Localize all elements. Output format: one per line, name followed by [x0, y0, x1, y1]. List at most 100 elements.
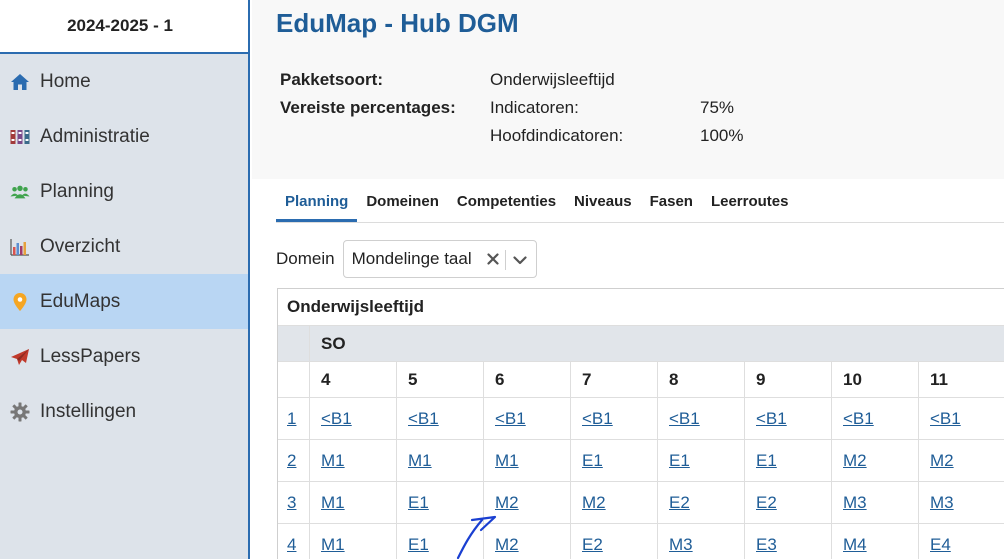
binders-icon [10, 127, 30, 147]
column-header: 6 [484, 362, 571, 397]
indicatoren-value: 75% [700, 98, 735, 117]
planning-table: Onderwijsleeftijd SO 4 5 6 7 8 9 10 11 1… [277, 288, 1004, 559]
level-link[interactable]: M1 [408, 451, 432, 471]
column-header: 7 [571, 362, 658, 397]
level-link[interactable]: E1 [408, 535, 429, 555]
level-link[interactable]: M1 [321, 493, 345, 513]
corner-cell [278, 326, 310, 361]
sidebar-item-label: Planning [40, 180, 114, 202]
tab-planning[interactable]: Planning [276, 193, 358, 222]
table-title: Onderwijsleeftijd [278, 289, 1004, 325]
vereiste-percentages-label: Vereiste percentages: [280, 98, 456, 117]
level-link[interactable]: E1 [669, 451, 690, 471]
chevron-down-icon[interactable] [510, 250, 530, 270]
level-link[interactable]: E1 [582, 451, 603, 471]
sidebar-item-home[interactable]: Home [0, 54, 248, 109]
group-header-row: SO [278, 325, 1004, 361]
sidebar-item-label: Instellingen [40, 400, 137, 422]
column-header: 4 [310, 362, 397, 397]
row-index-link[interactable]: 3 [287, 493, 296, 513]
level-link[interactable]: M4 [843, 535, 867, 555]
level-link[interactable]: M3 [930, 493, 954, 513]
column-header: 11 [919, 362, 1004, 397]
column-header: 5 [397, 362, 484, 397]
sidebar-item-label: Home [40, 70, 91, 92]
level-link[interactable]: <B1 [843, 409, 874, 429]
clear-icon[interactable] [485, 249, 501, 269]
indicatoren-label: Indicatoren: [490, 98, 579, 117]
sidebar-item-administratie[interactable]: Administratie [0, 109, 248, 164]
level-link[interactable]: E2 [582, 535, 603, 555]
level-link[interactable]: E3 [756, 535, 777, 555]
table-row: 4 M1 E1 M2 E2 M3 E3 M4 E4 [278, 523, 1004, 559]
table-row: 1 <B1 <B1 <B1 <B1 <B1 <B1 <B1 <B1 [278, 397, 1004, 439]
level-link[interactable]: <B1 [669, 409, 700, 429]
annotation-arrow-icon [456, 515, 497, 559]
level-link[interactable]: M3 [843, 493, 867, 513]
domain-label: Domein [276, 249, 335, 268]
page-header: EduMap - Hub DGM Pakketsoort: Onderwijsl… [252, 0, 1004, 179]
bar-chart-icon [10, 237, 30, 257]
select-separator [504, 250, 506, 270]
sidebar-item-label: Administratie [40, 125, 150, 147]
domain-filter: Domein Mondelinge taal [276, 240, 537, 278]
level-link[interactable]: M1 [321, 451, 345, 471]
domain-select[interactable]: Mondelinge taal [342, 240, 537, 278]
level-link[interactable]: <B1 [930, 409, 961, 429]
level-link[interactable]: E1 [756, 451, 777, 471]
row-index-link[interactable]: 4 [287, 535, 296, 555]
corner-cell [278, 362, 310, 397]
pakketsoort-value: Onderwijsleeftijd [490, 70, 615, 89]
tab-bar: Planning Domeinen Competenties Niveaus F… [276, 179, 1004, 223]
gear-icon [10, 402, 30, 422]
hoofdindicatoren-value: 100% [700, 126, 744, 145]
level-link[interactable]: E2 [669, 493, 690, 513]
hoofdindicatoren-label: Hoofdindicatoren: [490, 126, 624, 145]
sidebar-item-planning[interactable]: Planning [0, 164, 248, 219]
level-link[interactable]: M1 [321, 535, 345, 555]
level-link[interactable]: <B1 [495, 409, 526, 429]
tab-leerroutes[interactable]: Leerroutes [702, 193, 798, 222]
level-link[interactable]: <B1 [321, 409, 352, 429]
users-icon [10, 182, 30, 202]
row-index-link[interactable]: 1 [287, 409, 296, 429]
sidebar: 2024-2025 - 1 Home Administratie Plannin… [0, 0, 250, 559]
pakketsoort-label: Pakketsoort: [280, 70, 383, 89]
home-icon [10, 72, 30, 92]
level-link[interactable]: E4 [930, 535, 951, 555]
sidebar-item-overzicht[interactable]: Overzicht [0, 219, 248, 274]
level-link[interactable]: M3 [669, 535, 693, 555]
tab-competenties[interactable]: Competenties [448, 193, 565, 222]
level-link[interactable]: M2 [930, 451, 954, 471]
column-header: 8 [658, 362, 745, 397]
column-header: 10 [832, 362, 919, 397]
sidebar-item-edumaps[interactable]: EduMaps [0, 274, 248, 329]
column-header-row: 4 5 6 7 8 9 10 11 [278, 361, 1004, 397]
sidebar-item-label: Overzicht [40, 235, 121, 257]
tab-domeinen[interactable]: Domeinen [357, 193, 448, 222]
domain-select-value: Mondelinge taal [351, 249, 472, 268]
paper-plane-icon [10, 347, 30, 367]
sidebar-item-instellingen[interactable]: Instellingen [0, 384, 248, 439]
main-content: EduMap - Hub DGM Pakketsoort: Onderwijsl… [252, 0, 1004, 559]
level-link[interactable]: M2 [582, 493, 606, 513]
row-index-link[interactable]: 2 [287, 451, 296, 471]
sidebar-item-label: EduMaps [40, 290, 121, 312]
sidebar-item-lesspapers[interactable]: LessPapers [0, 329, 248, 384]
term-selector[interactable]: 2024-2025 - 1 [0, 0, 248, 54]
level-link[interactable]: <B1 [582, 409, 613, 429]
level-link[interactable]: M2 [843, 451, 867, 471]
column-header: 9 [745, 362, 832, 397]
page-title: EduMap - Hub DGM [276, 8, 519, 38]
table-row: 2 M1 M1 M1 E1 E1 E1 M2 M2 [278, 439, 1004, 481]
tab-fasen[interactable]: Fasen [641, 193, 702, 222]
table-row: 3 M1 E1 M2 M2 E2 E2 M3 M3 [278, 481, 1004, 523]
map-pin-icon [10, 292, 30, 312]
level-link[interactable]: <B1 [756, 409, 787, 429]
level-link[interactable]: <B1 [408, 409, 439, 429]
level-link[interactable]: E1 [408, 493, 429, 513]
group-label: SO [321, 333, 346, 353]
tab-niveaus[interactable]: Niveaus [565, 193, 641, 222]
level-link[interactable]: E2 [756, 493, 777, 513]
level-link[interactable]: M1 [495, 451, 519, 471]
